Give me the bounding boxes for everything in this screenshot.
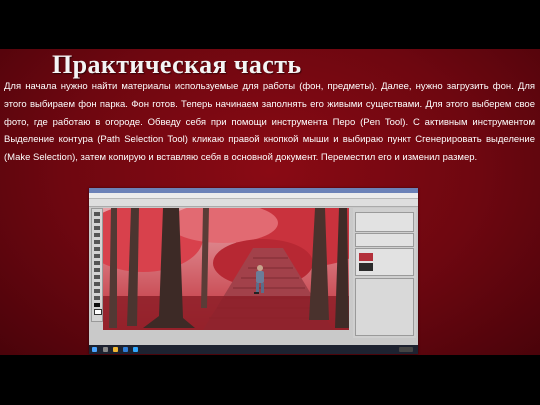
clock-icon — [399, 347, 413, 352]
brush-tool-icon — [94, 247, 100, 251]
background-color-icon — [94, 309, 102, 315]
marquee-tool-icon — [94, 219, 100, 223]
gradient-tool-icon — [94, 268, 100, 272]
eraser-tool-icon — [94, 261, 100, 265]
pen-tool-icon — [94, 275, 100, 279]
slide-paragraph: Для начала нужно найти материалы использ… — [4, 81, 535, 164]
park-photo-composite — [103, 208, 349, 330]
navigator-panel — [355, 212, 414, 232]
crop-tool-icon — [94, 240, 100, 244]
layers-panel — [355, 248, 414, 276]
magic-wand-tool-icon — [94, 233, 100, 237]
slide-title: Практическая часть — [52, 50, 302, 79]
history-panel — [355, 278, 414, 336]
color-panel — [355, 233, 414, 247]
ps-panels-dock — [353, 208, 416, 338]
ps-toolbox — [91, 208, 103, 322]
photoshop-screenshot — [89, 188, 418, 354]
start-icon — [92, 347, 97, 352]
layer-thumbnail — [359, 263, 373, 271]
ps-document-canvas — [103, 208, 349, 330]
presentation-slide: Практическая часть Для начала нужно найт… — [0, 49, 540, 355]
photoshop-icon — [133, 347, 138, 352]
browser-icon — [123, 347, 128, 352]
ps-options-bar — [89, 199, 418, 207]
path-selection-tool-icon — [94, 289, 100, 293]
hand-tool-icon — [94, 296, 100, 300]
stamp-tool-icon — [94, 254, 100, 258]
foreground-color-icon — [94, 303, 100, 307]
type-tool-icon — [94, 282, 100, 286]
search-icon — [103, 347, 108, 352]
layer-thumbnail — [359, 253, 373, 261]
folder-icon — [113, 347, 118, 352]
windows-taskbar — [89, 345, 418, 354]
lasso-tool-icon — [94, 226, 100, 230]
move-tool-icon — [94, 212, 100, 216]
